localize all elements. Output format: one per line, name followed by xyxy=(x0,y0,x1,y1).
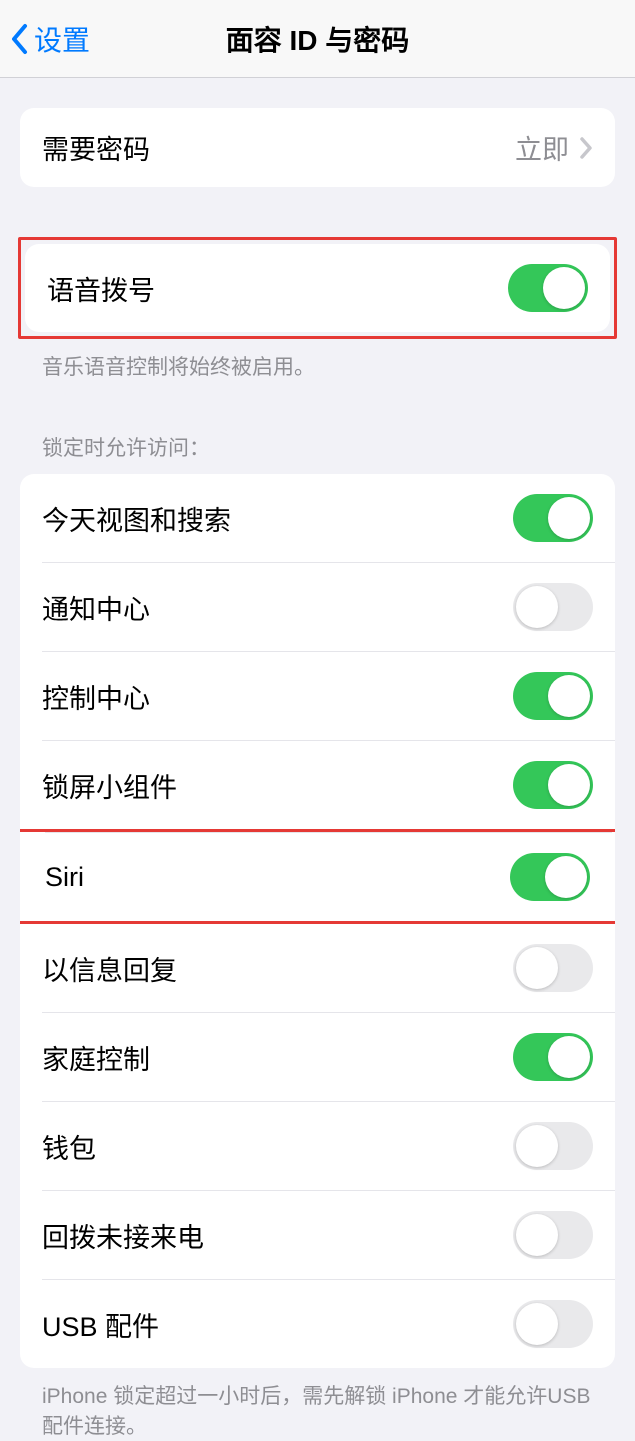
lock-access-label: 通知中心 xyxy=(42,588,150,627)
lock-access-toggle[interactable] xyxy=(513,1033,593,1081)
lock-access-toggle[interactable] xyxy=(513,672,593,720)
lock-access-label: 回拨未接来电 xyxy=(42,1216,204,1255)
lock-access-toggle[interactable] xyxy=(513,494,593,542)
lock-access-label: USB 配件 xyxy=(42,1305,159,1344)
toggle-knob xyxy=(516,586,558,628)
chevron-right-icon xyxy=(579,136,593,160)
lock-access-toggle[interactable] xyxy=(513,1122,593,1170)
toggle-knob xyxy=(548,675,590,717)
toggle-knob xyxy=(516,1303,558,1345)
content: 需要密码 立即 语音拨号 音乐语音控制将始终被启用。 锁定时允许访问： xyxy=(0,78,635,1441)
lock-access-toggle[interactable] xyxy=(513,944,593,992)
voice-dial-footer: 音乐语音控制将始终被启用。 xyxy=(20,339,615,382)
voice-dial-highlight: 语音拨号 xyxy=(18,237,617,339)
voice-dial-toggle[interactable] xyxy=(508,264,588,312)
voice-dial-label: 语音拨号 xyxy=(47,269,155,308)
lock-access-label: 钱包 xyxy=(42,1127,96,1166)
require-passcode-value: 立即 xyxy=(515,128,569,167)
lock-access-header: 锁定时允许访问： xyxy=(20,432,615,474)
back-label: 设置 xyxy=(34,19,90,59)
lock-access-toggle[interactable] xyxy=(513,1211,593,1259)
lock-access-label: 家庭控制 xyxy=(42,1038,150,1077)
lock-access-row: 以信息回复 xyxy=(20,924,615,1012)
lock-access-row: 通知中心 xyxy=(42,562,615,651)
lock-access-row: 锁屏小组件 xyxy=(42,740,615,829)
lock-access-highlight: Siri xyxy=(20,829,615,924)
back-button[interactable]: 设置 xyxy=(10,19,90,59)
toggle-knob xyxy=(543,267,585,309)
lock-access-label: Siri xyxy=(45,862,84,893)
require-passcode-row[interactable]: 需要密码 立即 xyxy=(20,108,615,187)
lock-access-toggle[interactable] xyxy=(510,853,590,901)
navbar: 设置 面容 ID 与密码 xyxy=(0,0,635,78)
lock-access-row: 钱包 xyxy=(42,1101,615,1190)
voice-dial-row: 语音拨号 xyxy=(25,244,610,332)
lock-access-row: Siri xyxy=(45,832,612,921)
lock-access-toggle[interactable] xyxy=(513,761,593,809)
lock-access-row: 控制中心 xyxy=(42,651,615,740)
lock-access-label: 锁屏小组件 xyxy=(42,766,177,805)
lock-access-label: 控制中心 xyxy=(42,677,150,716)
lock-access-card: 今天视图和搜索通知中心控制中心锁屏小组件 Siri 以信息回复家庭控制钱包回拨未接来… xyxy=(20,474,615,1368)
require-passcode-card: 需要密码 立即 xyxy=(20,108,615,187)
toggle-knob xyxy=(545,856,587,898)
toggle-knob xyxy=(548,764,590,806)
toggle-knob xyxy=(516,1214,558,1256)
lock-access-row: 家庭控制 xyxy=(42,1012,615,1101)
lock-access-label: 今天视图和搜索 xyxy=(42,499,231,538)
toggle-knob xyxy=(516,1125,558,1167)
lock-access-label: 以信息回复 xyxy=(42,949,177,988)
toggle-knob xyxy=(548,1036,590,1078)
voice-dial-card: 语音拨号 xyxy=(25,244,610,332)
toggle-knob xyxy=(548,497,590,539)
page-title: 面容 ID 与密码 xyxy=(226,19,410,59)
lock-access-row: 回拨未接来电 xyxy=(42,1190,615,1279)
require-passcode-label: 需要密码 xyxy=(42,128,150,167)
lock-access-row: USB 配件 xyxy=(42,1279,615,1368)
lock-access-toggle[interactable] xyxy=(513,583,593,631)
lock-access-footer: iPhone 锁定超过一小时后，需先解锁 iPhone 才能允许USB 配件连接… xyxy=(20,1368,615,1441)
chevron-left-icon xyxy=(10,23,30,55)
lock-access-row: 今天视图和搜索 xyxy=(20,474,615,562)
lock-access-toggle[interactable] xyxy=(513,1300,593,1348)
require-passcode-value-wrap: 立即 xyxy=(515,128,593,167)
toggle-knob xyxy=(516,947,558,989)
